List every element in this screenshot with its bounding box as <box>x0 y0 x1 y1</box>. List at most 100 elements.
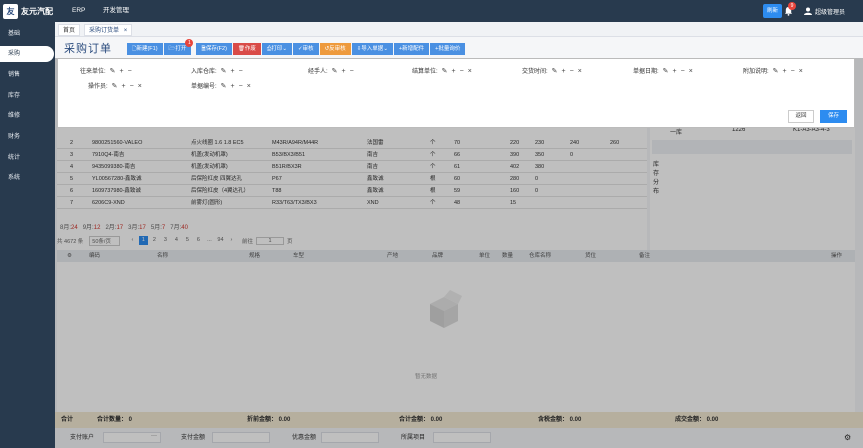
plus-icon[interactable]: + <box>562 67 566 77</box>
edit-icon[interactable]: ✎ <box>663 67 669 77</box>
plus-icon[interactable]: + <box>231 82 235 92</box>
field-partner: 往来单位: ✎ + − <box>80 67 132 77</box>
open-label: 打开 <box>175 46 187 52</box>
new-label: 新建(F1) <box>136 46 158 52</box>
minus-icon[interactable]: − <box>239 82 243 92</box>
field-note: 附加说明: ✎ + − × <box>743 67 803 77</box>
tab-home[interactable]: 首页 <box>58 24 81 36</box>
field-label: 往来单位: <box>80 69 106 75</box>
field-delivery-time: 交货时间: ✎ + − × <box>522 67 582 77</box>
edit-icon[interactable]: ✎ <box>332 67 338 77</box>
edit-icon[interactable]: ✎ <box>110 67 116 77</box>
edit-icon[interactable]: ✎ <box>221 67 227 77</box>
save-button[interactable]: 保存 <box>820 110 847 123</box>
plus-icon[interactable]: + <box>342 67 346 77</box>
void-button[interactable]: 🗑作废 <box>232 43 261 55</box>
plus-icon[interactable]: + <box>122 82 126 92</box>
edit-icon[interactable]: ✎ <box>112 82 118 92</box>
field-operator: 操作员: ✎ + − × <box>88 82 142 92</box>
chevron-down-icon: ⌄ <box>282 46 287 52</box>
minus-icon[interactable]: − <box>570 67 574 77</box>
field-warehouse: 入库仓库: ✎ + − <box>191 67 243 77</box>
unaudit-label: 反审核 <box>329 46 346 52</box>
close-icon[interactable]: × <box>124 28 128 34</box>
minus-icon[interactable]: − <box>239 67 243 77</box>
unaudit-button[interactable]: ↺反审核 <box>319 43 351 55</box>
close-icon[interactable]: × <box>468 67 472 77</box>
field-label: 交货时间: <box>522 69 548 75</box>
batch-inquiry-label: 批量询价 <box>438 46 461 52</box>
close-icon[interactable]: × <box>689 67 693 77</box>
tab-purchase-order[interactable]: 采购订货单 × <box>84 24 133 36</box>
open-badge: 1 <box>185 39 194 47</box>
sidebar-item-repair[interactable]: 维修 <box>0 108 55 124</box>
user-icon <box>804 7 812 15</box>
audit-button[interactable]: ✓审核 <box>292 43 319 55</box>
field-label: 单据编号: <box>191 84 217 90</box>
sidebar-item-inventory[interactable]: 库存 <box>0 88 55 104</box>
field-label: 操作员: <box>88 84 108 90</box>
void-label: 作废 <box>244 46 256 52</box>
void-icon: 🗑 <box>237 46 245 52</box>
app-name: 友元汽配 <box>21 6 53 16</box>
logo-icon: 友 <box>3 3 18 19</box>
sidebar-item-stats[interactable]: 统计 <box>0 150 55 166</box>
sidebar-item-finance[interactable]: 财务 <box>0 129 55 145</box>
edit-icon[interactable]: ✎ <box>552 67 558 77</box>
field-label: 入库仓库: <box>191 69 217 75</box>
field-doc-number: 单据编号: ✎ + − × <box>191 82 251 92</box>
nav-dev[interactable]: 开发管理 <box>103 0 129 22</box>
plus-icon[interactable]: + <box>231 67 235 77</box>
sidebar-item-sales[interactable]: 销售 <box>0 67 55 83</box>
close-icon[interactable]: × <box>578 67 582 77</box>
minus-icon[interactable]: − <box>681 67 685 77</box>
chevron-down-icon: ⌄ <box>383 46 388 52</box>
minus-icon[interactable]: − <box>791 67 795 77</box>
filter-dialog: 往来单位: ✎ + − 入库仓库: ✎ + − 经手人: ✎ + − 结算单位: ✎ + − × 交货时间… <box>57 58 855 128</box>
minus-icon[interactable]: − <box>350 67 354 77</box>
sidebar-item-purchase[interactable]: 采购 <box>0 46 54 62</box>
minus-icon[interactable]: − <box>128 67 132 77</box>
refresh-button[interactable]: 刷新 <box>763 4 782 18</box>
tab-bar: 首页 采购订货单 × <box>55 22 863 37</box>
save-toolbar-label: 保存(F2) <box>205 46 227 52</box>
plus-icon[interactable]: + <box>783 67 787 77</box>
new-button[interactable]: 🗋新建(F1) <box>127 43 163 55</box>
page-title: 采购订单 <box>64 43 112 55</box>
import-button[interactable]: ⇩导入单据⌄ <box>351 43 393 55</box>
print-button[interactable]: ⎙打印⌄ <box>261 43 292 55</box>
audit-label: 审核 <box>302 46 314 52</box>
save-toolbar-button[interactable]: 🗎保存(F2) <box>196 43 232 55</box>
edit-icon[interactable]: ✎ <box>442 67 448 77</box>
sidebar: 基础 采购 销售 库存 维修 财务 统计 系统 <box>0 22 55 448</box>
print-label: 打印 <box>271 46 283 52</box>
plus-icon[interactable]: + <box>120 67 124 77</box>
close-icon[interactable]: × <box>247 82 251 92</box>
app-logo: 友 友元汽配 <box>3 3 58 19</box>
user-menu[interactable]: 超级管理员 <box>804 6 845 16</box>
close-icon[interactable]: × <box>799 67 803 77</box>
add-part-label: 新增配件 <box>402 46 425 52</box>
plus-icon[interactable]: + <box>673 67 677 77</box>
nav-erp[interactable]: ERP <box>72 0 85 22</box>
minus-icon[interactable]: − <box>130 82 134 92</box>
field-handler: 经手人: ✎ + − <box>308 67 354 77</box>
field-label: 附加说明: <box>743 69 769 75</box>
user-name: 超级管理员 <box>815 9 846 16</box>
plus-icon[interactable]: + <box>452 67 456 77</box>
sidebar-item-basic[interactable]: 基础 <box>0 26 55 42</box>
notification-badge: 9 <box>788 2 796 10</box>
sidebar-item-system[interactable]: 系统 <box>0 170 55 186</box>
back-button[interactable]: 返回 <box>788 110 814 123</box>
edit-icon[interactable]: ✎ <box>221 82 227 92</box>
batch-inquiry-button[interactable]: +批量询价 <box>430 43 466 55</box>
import-label: 导入单据 <box>361 46 384 52</box>
tab-purchase-order-label: 采购订货单 <box>89 28 120 34</box>
field-label: 单据日期: <box>633 69 659 75</box>
toolbar: 🗋新建(F1) 🗁打开 1 🗎保存(F2) 🗑作废 ⎙打印⌄ ✓审核 ↺反审核 ⇩… <box>127 39 466 55</box>
open-button[interactable]: 🗁打开 1 <box>163 39 194 55</box>
close-icon[interactable]: × <box>138 82 142 92</box>
edit-icon[interactable]: ✎ <box>773 67 779 77</box>
add-part-button[interactable]: +新增配件 <box>393 43 430 55</box>
minus-icon[interactable]: − <box>460 67 464 77</box>
